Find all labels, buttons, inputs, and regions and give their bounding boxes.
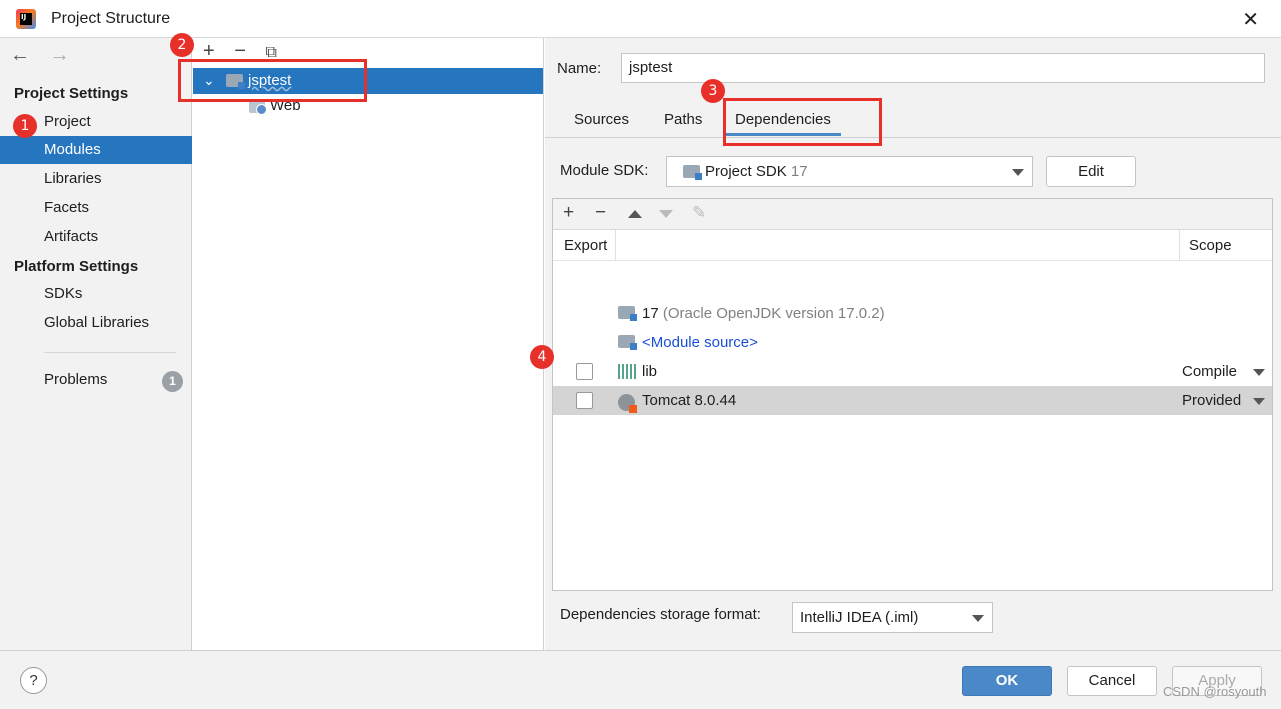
annotation-badge-3: 3 [701,79,725,103]
edit-dependency-icon[interactable]: ✎ [692,203,706,223]
nav-item-global-libraries[interactable]: Global Libraries [0,309,192,337]
forward-arrow-icon[interactable]: → [50,44,70,66]
dependency-name: Tomcat 8.0.44 [642,392,737,409]
nav-item-facets[interactable]: Facets [0,194,192,222]
ok-button[interactable]: OK [962,666,1052,696]
window-title: Project Structure [51,10,171,27]
annotation-badge-1: 1 [13,114,37,138]
library-icon [618,364,636,379]
sdk-value: Project SDK [705,163,787,180]
export-checkbox[interactable] [576,363,593,380]
dependency-name: lib [642,363,658,380]
watermark: CSDN @rosyouth [1163,684,1267,699]
sdk-version: 17 [790,163,808,180]
scope-column-header[interactable]: Scope [1189,237,1232,254]
problems-count-badge: 1 [162,371,183,392]
storage-format-select[interactable]: IntelliJ IDEA (.iml) [792,602,993,633]
add-dependency-icon[interactable]: + [563,202,574,224]
dropdown-arrow-icon [1012,169,1024,176]
help-button[interactable]: ? [20,667,47,694]
sdk-folder-icon [683,165,702,180]
dropdown-arrow-icon[interactable] [1253,369,1265,376]
tab-paths[interactable]: Paths [664,111,702,128]
back-arrow-icon[interactable]: ← [10,44,30,66]
title-bar: IJ Project Structure ✕ [0,0,1281,38]
module-source-icon [618,335,637,350]
dialog-footer: ? OK Cancel Apply [0,650,1281,709]
dropdown-arrow-icon [972,615,984,622]
cancel-button[interactable]: Cancel [1067,666,1157,696]
annotation-box-module [178,59,367,102]
jdk-folder-icon [618,306,637,321]
module-sdk-select[interactable]: Project SDK 17 [666,156,1033,187]
annotation-box-dependencies-tab [723,98,882,146]
tab-divider [545,137,1281,138]
column-divider [615,230,616,260]
tab-sources[interactable]: Sources [574,111,629,128]
remove-dependency-icon[interactable]: − [595,202,606,224]
storage-format-label: Dependencies storage format: [560,606,761,623]
scope-select[interactable]: Compile [1182,357,1237,386]
edit-sdk-button[interactable]: Edit [1046,156,1136,187]
nav-divider [44,352,176,353]
dependency-row-tomcat[interactable]: Tomcat 8.0.44 Provided [553,386,1272,415]
storage-format-value: IntelliJ IDEA (.iml) [800,609,919,626]
module-detail-panel: Name: jsptest Sources Paths Dependencies… [545,38,1281,650]
tomcat-icon [618,394,637,413]
module-sdk-label: Module SDK: [560,162,649,179]
scope-select[interactable]: Provided [1182,386,1241,415]
nav-item-libraries[interactable]: Libraries [0,165,192,193]
module-name-field[interactable]: jsptest [621,53,1265,83]
name-label: Name: [557,60,602,77]
column-divider [1179,230,1180,260]
annotation-badge-4: 4 [530,345,554,369]
nav-item-artifacts[interactable]: Artifacts [0,223,192,251]
move-down-icon[interactable] [659,210,673,218]
move-up-icon[interactable] [628,210,642,218]
nav-item-modules[interactable]: Modules [0,136,192,164]
dependency-row-lib[interactable]: lib Compile [553,357,1272,386]
dropdown-arrow-icon[interactable] [1253,398,1265,405]
dependency-row-module-source[interactable]: <Module source> [553,328,1272,357]
dependency-row-jdk[interactable]: 17 (Oracle OpenJDK version 17.0.2) [553,299,1272,328]
annotation-badge-2: 2 [170,33,194,57]
intellij-logo-icon: IJ [16,9,36,29]
dependencies-header: Export Scope [553,230,1272,261]
dependencies-table: + − ✎ Export Scope 17 (Oracle OpenJDK ve… [552,198,1273,591]
platform-settings-heading: Platform Settings [14,258,139,275]
project-settings-heading: Project Settings [14,85,129,102]
close-icon[interactable]: ✕ [1242,7,1259,32]
export-checkbox[interactable] [576,392,593,409]
history-nav: ← → [10,44,84,67]
dependency-name: 17 (Oracle OpenJDK version 17.0.2) [642,305,885,322]
dependency-name: <Module source> [642,334,758,351]
nav-item-sdks[interactable]: SDKs [0,280,192,308]
export-column-header[interactable]: Export [564,237,607,254]
dependencies-toolbar: + − ✎ [553,199,1272,230]
module-tree-panel: + − ⧉ ⌄ jsptest Web [193,38,544,650]
